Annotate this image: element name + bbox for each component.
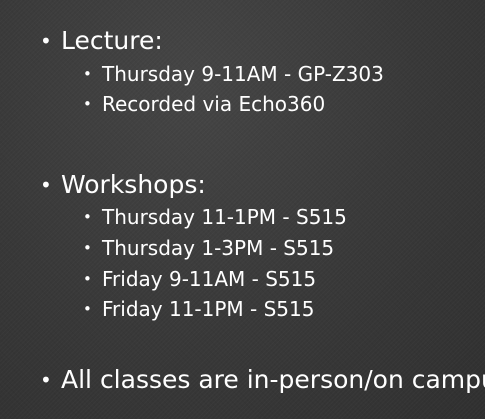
workshop-item: Friday 11-1PM - S515 (83, 297, 315, 321)
workshop-item: Friday 9-11AM - S515 (83, 267, 316, 291)
workshop-item: Thursday 1-3PM - S515 (83, 236, 334, 260)
presentation-slide: Lecture: Thursday 9-11AM - GP-Z303 Recor… (0, 0, 485, 419)
lecture-heading: Lecture: (40, 26, 163, 56)
lecture-time-item: Thursday 9-11AM - GP-Z303 (83, 62, 384, 86)
workshop-item: Thursday 11-1PM - S515 (83, 205, 347, 229)
classes-note: All classes are in-person/on campu (40, 365, 485, 395)
lecture-recording-item: Recorded via Echo360 (83, 92, 325, 116)
workshops-heading: Workshops: (40, 170, 206, 200)
